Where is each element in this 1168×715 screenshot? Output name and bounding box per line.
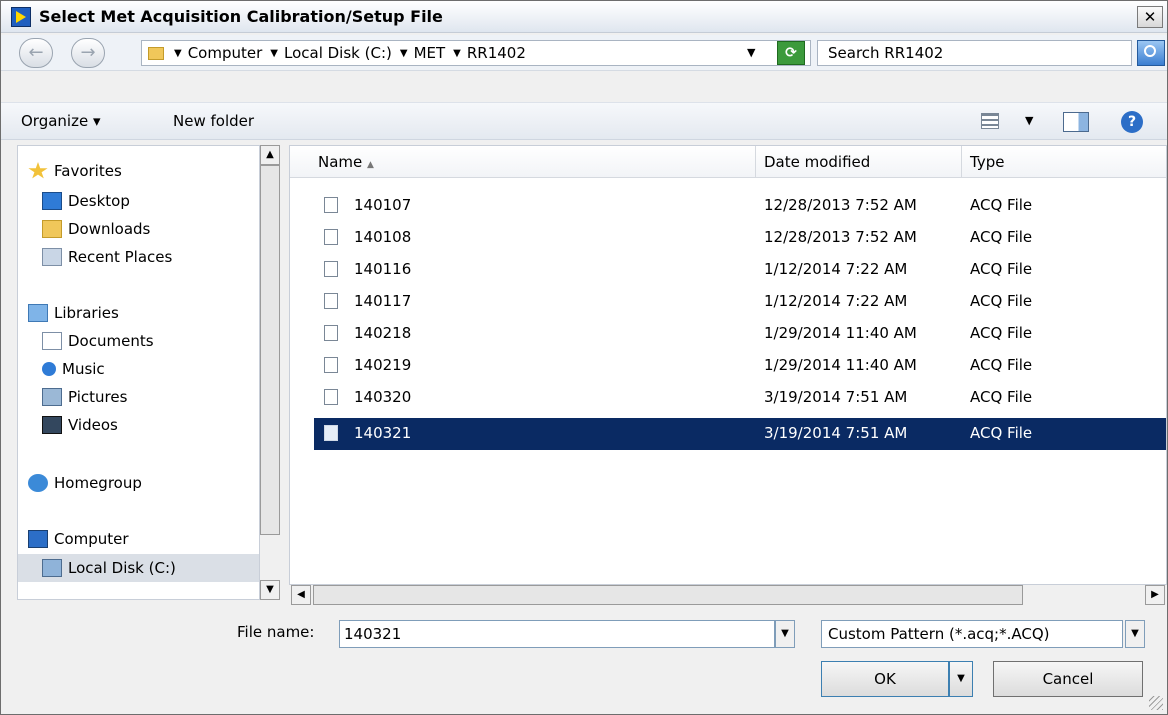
- column-date-modified[interactable]: Date modified: [756, 146, 962, 178]
- nav-libraries[interactable]: Libraries: [28, 304, 119, 322]
- horizontal-scrollbar[interactable]: ◀ ▶: [289, 585, 1167, 605]
- chevron-down-icon[interactable]: ▼: [453, 48, 461, 59]
- horizontal-scroll-thumb[interactable]: [313, 585, 1023, 605]
- address-row: ← → ▼ Computer ▼ Local Disk (C:) ▼ MET ▼ RR1…: [1, 35, 1167, 71]
- preview-pane-icon[interactable]: [1063, 112, 1089, 132]
- breadcrumb-met[interactable]: ▼ MET: [400, 44, 445, 62]
- nav-desktop[interactable]: Desktop: [42, 192, 130, 210]
- window-title: Select Met Acquisition Calibration/Setup…: [39, 7, 443, 26]
- nav-homegroup[interactable]: Homegroup: [28, 474, 142, 492]
- file-type-select[interactable]: Custom Pattern (*.acq;*.ACQ): [821, 620, 1123, 648]
- close-button[interactable]: ✕: [1137, 6, 1163, 28]
- breadcrumb-rr1402[interactable]: ▼ RR1402: [453, 44, 526, 62]
- column-name[interactable]: Name ▲: [290, 146, 756, 178]
- desktop-icon: [42, 192, 62, 210]
- nav-favorites[interactable]: Favorites: [28, 162, 122, 180]
- scroll-right-icon[interactable]: ▶: [1145, 585, 1165, 605]
- file-name-dropdown-icon[interactable]: ▼: [775, 620, 795, 648]
- nav-recent-places[interactable]: Recent Places: [42, 248, 172, 266]
- nav-scrollbar[interactable]: ▲ ▼: [259, 145, 281, 600]
- nav-local-disk[interactable]: Local Disk (C:): [18, 554, 278, 582]
- view-dropdown-icon[interactable]: ▼: [1025, 114, 1033, 127]
- file-name-label: File name:: [237, 623, 315, 641]
- disk-icon: [42, 559, 62, 577]
- app-icon: [11, 7, 31, 27]
- file-row[interactable]: 140108 12/28/2013 7:52 AM ACQ File: [314, 222, 1166, 254]
- scroll-up-icon[interactable]: ▲: [260, 145, 280, 165]
- resize-grip-icon[interactable]: [1149, 696, 1163, 710]
- navigation-pane: Favorites Desktop Downloads Recent Place…: [17, 145, 279, 600]
- pictures-icon: [42, 388, 62, 406]
- file-icon: [324, 293, 338, 309]
- libraries-icon: [28, 304, 48, 322]
- videos-icon: [42, 416, 62, 434]
- file-row[interactable]: 140218 1/29/2014 11:40 AM ACQ File: [314, 318, 1166, 350]
- nav-videos[interactable]: Videos: [42, 416, 118, 434]
- file-row-selected[interactable]: 140321 3/19/2014 7:51 AM ACQ File: [314, 418, 1166, 450]
- forward-button[interactable]: →: [71, 38, 105, 68]
- chevron-down-icon[interactable]: ▼: [400, 48, 408, 59]
- search-input[interactable]: Search RR1402: [817, 40, 1132, 66]
- star-icon: [28, 162, 48, 179]
- breadcrumb-computer[interactable]: ▼ Computer: [174, 44, 262, 62]
- cancel-button[interactable]: Cancel: [993, 661, 1143, 697]
- file-icon: [324, 425, 338, 441]
- downloads-icon: [42, 220, 62, 238]
- file-row[interactable]: 140320 3/19/2014 7:51 AM ACQ File: [314, 382, 1166, 414]
- column-type[interactable]: Type: [962, 146, 1166, 178]
- file-row[interactable]: 140116 1/12/2014 7:22 AM ACQ File: [314, 254, 1166, 286]
- file-row[interactable]: 140117 1/12/2014 7:22 AM ACQ File: [314, 286, 1166, 318]
- nav-scroll-thumb[interactable]: [260, 165, 280, 535]
- address-dropdown-icon[interactable]: ▼: [747, 46, 755, 59]
- recent-places-icon: [42, 248, 62, 266]
- scroll-left-icon[interactable]: ◀: [291, 585, 311, 605]
- nav-music[interactable]: Music: [42, 360, 105, 378]
- ok-button[interactable]: OK: [821, 661, 949, 697]
- file-type-dropdown-icon[interactable]: ▼: [1125, 620, 1145, 648]
- file-list: Name ▲ Date modified Type 140107 12/28/20…: [289, 145, 1167, 585]
- help-icon[interactable]: ?: [1121, 111, 1143, 133]
- documents-icon: [42, 332, 62, 350]
- file-name-input[interactable]: 140321: [339, 620, 775, 648]
- breadcrumb[interactable]: ▼ Computer ▼ Local Disk (C:) ▼ MET ▼ RR1402: [141, 40, 811, 66]
- file-icon: [324, 389, 338, 405]
- file-row[interactable]: 140219 1/29/2014 11:40 AM ACQ File: [314, 350, 1166, 382]
- file-icon: [324, 229, 338, 245]
- breadcrumb-local-disk[interactable]: ▼ Local Disk (C:): [270, 44, 392, 62]
- file-row[interactable]: 140107 12/28/2013 7:52 AM ACQ File: [314, 190, 1166, 222]
- organize-button[interactable]: Organize ▾: [21, 112, 101, 130]
- sort-ascending-icon: ▲: [367, 160, 374, 170]
- command-bar: Organize ▾ New folder ▼ ?: [1, 102, 1167, 140]
- file-dialog: Select Met Acquisition Calibration/Setup…: [0, 0, 1168, 715]
- nav-documents[interactable]: Documents: [42, 332, 154, 350]
- refresh-button[interactable]: ⟳: [777, 41, 805, 65]
- search-icon[interactable]: [1137, 40, 1165, 66]
- ok-split-dropdown-icon[interactable]: ▼: [949, 661, 973, 697]
- view-options-icon[interactable]: [981, 113, 999, 129]
- new-folder-button[interactable]: New folder: [173, 112, 254, 130]
- chevron-down-icon[interactable]: ▼: [174, 48, 182, 59]
- nav-pictures[interactable]: Pictures: [42, 388, 127, 406]
- title-bar: Select Met Acquisition Calibration/Setup…: [1, 1, 1167, 33]
- back-button[interactable]: ←: [19, 38, 53, 68]
- nav-downloads[interactable]: Downloads: [42, 220, 150, 238]
- computer-icon: [28, 530, 48, 548]
- music-icon: [42, 362, 56, 376]
- homegroup-icon: [28, 474, 48, 492]
- file-icon: [324, 325, 338, 341]
- folder-icon: [148, 46, 164, 60]
- file-icon: [324, 357, 338, 373]
- chevron-down-icon[interactable]: ▼: [270, 48, 278, 59]
- nav-computer[interactable]: Computer: [28, 530, 129, 548]
- file-icon: [324, 261, 338, 277]
- file-icon: [324, 197, 338, 213]
- scroll-down-icon[interactable]: ▼: [260, 580, 280, 600]
